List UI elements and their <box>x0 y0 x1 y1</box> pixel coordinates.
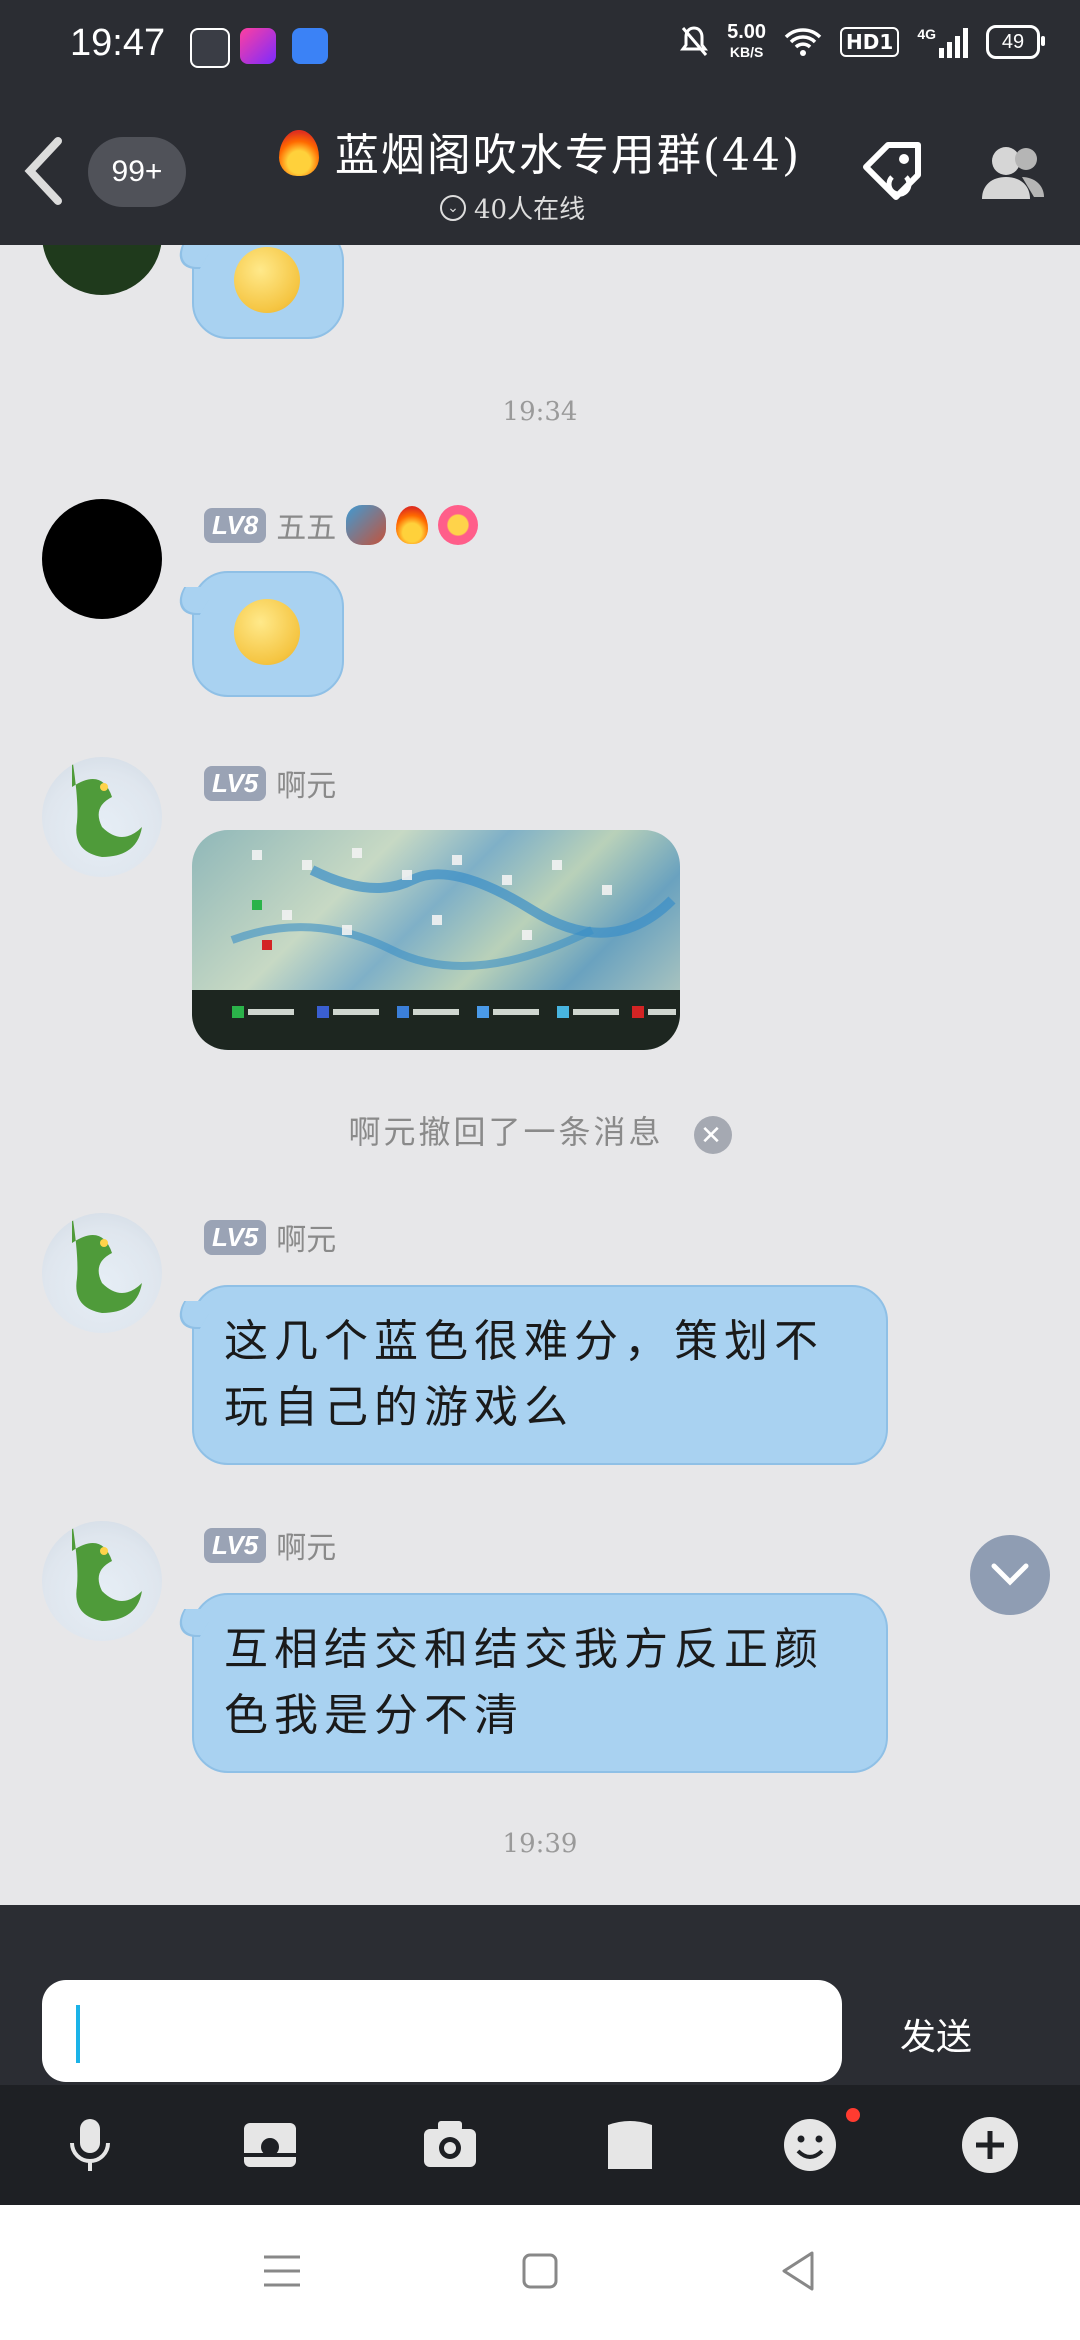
group-members-icon[interactable] <box>978 137 1048 207</box>
gallery-icon[interactable] <box>240 2115 300 2175</box>
avatar[interactable] <box>42 1213 162 1333</box>
scroll-to-bottom-button[interactable] <box>970 1535 1050 1615</box>
sender-nickname[interactable]: 啊元 <box>276 1523 336 1567</box>
camera-icon[interactable] <box>420 2115 480 2175</box>
system-nav-bar <box>0 2205 1080 2340</box>
emoji-bubble[interactable] <box>192 571 344 697</box>
message-bubble[interactable]: 互相结交和结交我方反正颜色我是分不清 <box>192 1593 888 1773</box>
dragon-emoji <box>346 505 387 545</box>
dragon-avatar-icon <box>72 1521 142 1621</box>
online-status[interactable]: ⌄ 40人在线 <box>440 189 585 226</box>
status-time: 19:47 <box>70 22 166 64</box>
unread-count-badge[interactable]: 99+ <box>88 137 186 207</box>
sender-nickname[interactable]: 五五 <box>276 503 336 547</box>
message-input[interactable] <box>42 1980 842 2082</box>
legend-swatches <box>232 1006 676 1018</box>
chat-header: 99+ 蓝烟阁吹水专用群(44) ⌄ 40人在线 <box>0 97 1080 245</box>
composer: 发送 <box>0 1905 1080 2085</box>
recall-notice: 啊元撤回了一条消息 ✕ <box>0 1107 1080 1154</box>
message-list[interactable]: 19:34 LV8 五五 LV5 啊元 啊元撤回了一条消息 ✕ LV5 啊元 这… <box>0 245 1080 1905</box>
flower-emoji <box>438 505 479 545</box>
network-speed: 5.00 KB/S <box>727 21 767 60</box>
close-icon[interactable]: ✕ <box>693 1115 732 1154</box>
menu-icon[interactable] <box>262 2253 302 2289</box>
back-nav-icon[interactable] <box>778 2249 818 2293</box>
timestamp: 19:39 <box>502 1829 578 1859</box>
input-toolbar <box>0 2085 1080 2205</box>
mute-bell-icon <box>680 26 709 56</box>
sender-info: LV5 啊元 <box>204 761 336 805</box>
game-map-image[interactable] <box>192 830 680 1050</box>
emoji-icon[interactable] <box>780 2115 840 2175</box>
video-app-icon <box>240 28 276 64</box>
chat-app-icon <box>292 28 328 64</box>
tired-face-emoji <box>234 247 300 313</box>
text-cursor <box>76 2005 80 2063</box>
dragon-avatar-icon <box>72 757 142 857</box>
emoji-bubble[interactable] <box>192 245 344 339</box>
sender-info: LV8 五五 <box>204 503 479 547</box>
microphone-icon[interactable] <box>60 2115 120 2175</box>
map-legend <box>192 990 680 1050</box>
saluting-face-emoji <box>234 599 300 665</box>
level-badge: LV5 <box>204 1527 267 1563</box>
hd-badge: HD1 <box>840 27 900 57</box>
level-badge: LV5 <box>204 765 267 801</box>
level-badge: LV5 <box>204 1219 267 1255</box>
sender-info: LV5 啊元 <box>204 1523 336 1567</box>
map-landmarks <box>230 848 676 970</box>
avatar[interactable] <box>42 499 162 619</box>
sender-info: LV5 啊元 <box>204 1215 336 1259</box>
baidu-app-icon <box>190 28 230 68</box>
sender-nickname[interactable]: 啊元 <box>276 761 336 805</box>
plus-icon[interactable] <box>960 2115 1020 2175</box>
notification-dot <box>846 2108 860 2122</box>
wifi-icon <box>784 28 822 56</box>
level-badge: LV8 <box>204 507 267 543</box>
battery-indicator: 49 <box>986 25 1045 59</box>
group-title[interactable]: 蓝烟阁吹水专用群(44) <box>240 119 840 183</box>
fire-emoji <box>278 130 319 176</box>
chevron-down-icon <box>991 1563 1029 1586</box>
back-arrow-icon[interactable] <box>18 135 70 207</box>
avatar[interactable] <box>42 757 162 877</box>
home-icon[interactable] <box>520 2251 560 2291</box>
file-icon[interactable] <box>600 2115 660 2175</box>
avatar[interactable] <box>42 1521 162 1641</box>
chevron-down-icon: ⌄ <box>440 194 466 221</box>
timestamp: 19:34 <box>502 397 578 427</box>
unlink-tag-icon[interactable] <box>858 137 928 207</box>
cell-signal-icon: 4G <box>917 26 968 58</box>
send-button[interactable]: 发送 <box>900 2008 972 2060</box>
fire-emoji <box>396 506 429 544</box>
message-bubble[interactable]: 这几个蓝色很难分，策划不玩自己的游戏么 <box>192 1285 888 1465</box>
status-bar: 19:47 5.00 KB/S HD1 4G 49 <box>0 0 1080 97</box>
sender-nickname[interactable]: 啊元 <box>276 1215 336 1259</box>
avatar[interactable] <box>42 245 162 295</box>
dragon-avatar-icon <box>72 1213 142 1313</box>
